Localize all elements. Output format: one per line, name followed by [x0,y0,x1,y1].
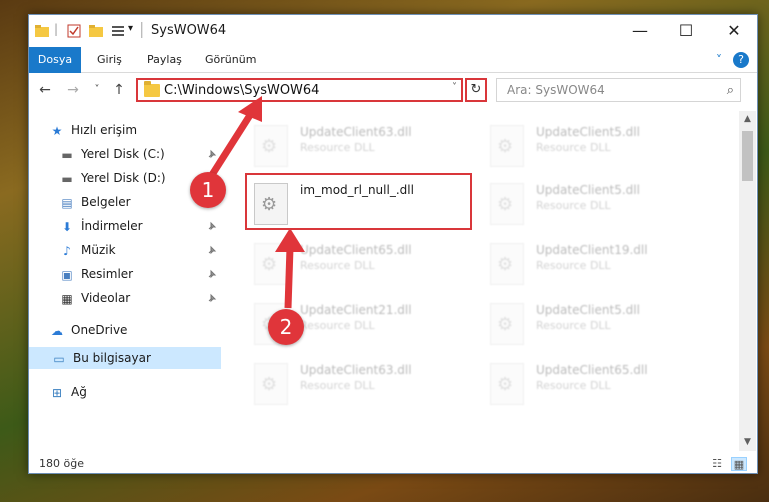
sidebar-item-disk-d[interactable]: ▬ Yerel Disk (D:) [59,167,165,189]
videos-icon: ▦ [61,291,73,306]
music-icon: ♪ [63,243,71,258]
details-view-icon[interactable]: ☷ [709,457,725,471]
dll-file-icon [490,125,524,167]
list-item[interactable]: UpdateClient19.dll Resource DLL [484,237,714,293]
sidebar-item-quick-access[interactable]: ★ Hızlı erişim [49,119,137,141]
sidebar-item-disk-c[interactable]: ▬ Yerel Disk (C:) [59,143,221,165]
documents-icon: ▤ [61,195,73,210]
dll-file-icon [490,303,524,345]
status-bar: 180 öğe ☷ ▦ [29,453,757,475]
file-highlight-box [245,173,472,230]
list-item[interactable]: UpdateClient63.dll Resource DLL [248,119,478,175]
dll-file-icon [254,243,288,285]
pin-icon[interactable] [207,221,217,234]
network-icon: ⊞ [51,385,63,400]
title-bar: | ▾ | SysWOW64 — ☐ ✕ [29,15,757,47]
pin-icon[interactable] [207,245,217,258]
pin-icon[interactable] [207,149,217,162]
drive-icon: ▬ [61,171,73,186]
tab-home[interactable]: Giriş [87,47,132,73]
sidebar-item-onedrive[interactable]: ☁ OneDrive [49,319,127,341]
ribbon-expand-icon[interactable]: ˅ [711,52,727,68]
list-item[interactable]: UpdateClient63.dll Resource DLL [248,357,478,413]
new-folder-icon[interactable] [89,24,103,38]
sidebar-item-videos[interactable]: ▦ Videolar [59,287,130,309]
dll-file-icon [490,363,524,405]
recent-locations-button[interactable]: ˅ [87,80,107,100]
search-box[interactable]: Ara: SysWOW64 ⌕ [496,78,741,102]
pin-icon[interactable] [207,293,217,306]
title-separator: | [139,19,145,38]
drive-icon: ▬ [61,147,73,162]
sidebar-item-music[interactable]: ♪ Müzik [59,239,115,261]
scroll-thumb[interactable] [742,131,753,181]
explorer-window: | ▾ | SysWOW64 — ☐ ✕ Dosya Giriş Paylaş … [28,14,758,474]
scroll-up-icon[interactable]: ▲ [739,111,756,128]
up-button[interactable]: ↑ [109,80,129,100]
sidebar-item-downloads[interactable]: ⬇ İndirmeler [59,215,143,237]
list-item[interactable]: UpdateClient65.dll Resource DLL [248,237,478,293]
search-input[interactable]: Ara: SysWOW64 [507,83,605,97]
tiles-view-icon[interactable]: ▦ [731,457,747,471]
address-dropdown-icon[interactable]: ˅ [452,82,457,93]
tab-view[interactable]: Görünüm [195,47,266,73]
vertical-scrollbar[interactable]: ▲ ▼ [739,111,756,451]
sidebar-item-network[interactable]: ⊞ Ağ [49,381,87,403]
sidebar-item-documents[interactable]: ▤ Belgeler [59,191,130,213]
pin-icon[interactable] [207,269,217,282]
navigation-bar: ← → ˅ ↑ C:\Windows\SysWOW64 ˅ ↻ Ara: Sys… [29,74,757,106]
window-title: SysWOW64 [151,23,227,38]
step-marker-2: 2 [268,309,304,345]
folder-icon [35,24,49,38]
list-item[interactable]: UpdateClient65.dll Resource DLL [484,357,714,413]
file-list: UpdateClient63.dll Resource DLL UpdateCl… [234,111,734,451]
navigation-pane: ★ Hızlı erişim ▬ Yerel Disk (C:) ▬ Yerel Di… [29,111,221,441]
dll-file-icon [490,243,524,285]
customize-qa-icon[interactable] [111,24,125,38]
dll-file-icon [254,363,288,405]
close-button[interactable]: ✕ [719,19,749,43]
dll-file-icon [254,125,288,167]
help-icon[interactable]: ? [733,52,749,68]
properties-icon[interactable] [67,24,81,38]
ribbon-tabs: Dosya Giriş Paylaş Görünüm ˅ [29,47,757,73]
item-count: 180 öğe [39,457,84,470]
quick-access-dropdown[interactable]: ▾ [128,23,133,34]
tab-share[interactable]: Paylaş [137,47,192,73]
list-item[interactable]: UpdateClient5.dll Resource DLL [484,119,714,175]
refresh-button[interactable]: ↻ [465,78,487,102]
quick-access-separator: | [54,22,59,36]
search-icon[interactable]: ⌕ [727,83,734,98]
tab-file[interactable]: Dosya [29,47,81,73]
maximize-button[interactable]: ☐ [671,19,701,43]
pictures-icon: ▣ [61,267,73,282]
dll-file-icon [490,183,524,225]
cloud-icon: ☁ [51,323,63,338]
minimize-button[interactable]: — [625,19,655,43]
sidebar-item-this-pc[interactable]: ▭ Bu bilgisayar [29,347,221,369]
computer-icon: ▭ [53,351,65,366]
download-icon: ⬇ [61,219,73,234]
folder-icon [144,81,160,97]
step-marker-1: 1 [190,172,226,208]
scroll-down-icon[interactable]: ▼ [739,434,756,451]
forward-button[interactable]: → [63,80,83,100]
address-bar[interactable]: C:\Windows\SysWOW64 ˅ [136,78,463,102]
back-button[interactable]: ← [35,80,55,100]
list-item[interactable]: UpdateClient5.dll Resource DLL [484,177,714,233]
list-item[interactable]: UpdateClient5.dll Resource DLL [484,297,714,353]
star-icon: ★ [51,123,63,138]
address-path[interactable]: C:\Windows\SysWOW64 [164,83,319,98]
sidebar-item-pictures[interactable]: ▣ Resimler [59,263,133,285]
